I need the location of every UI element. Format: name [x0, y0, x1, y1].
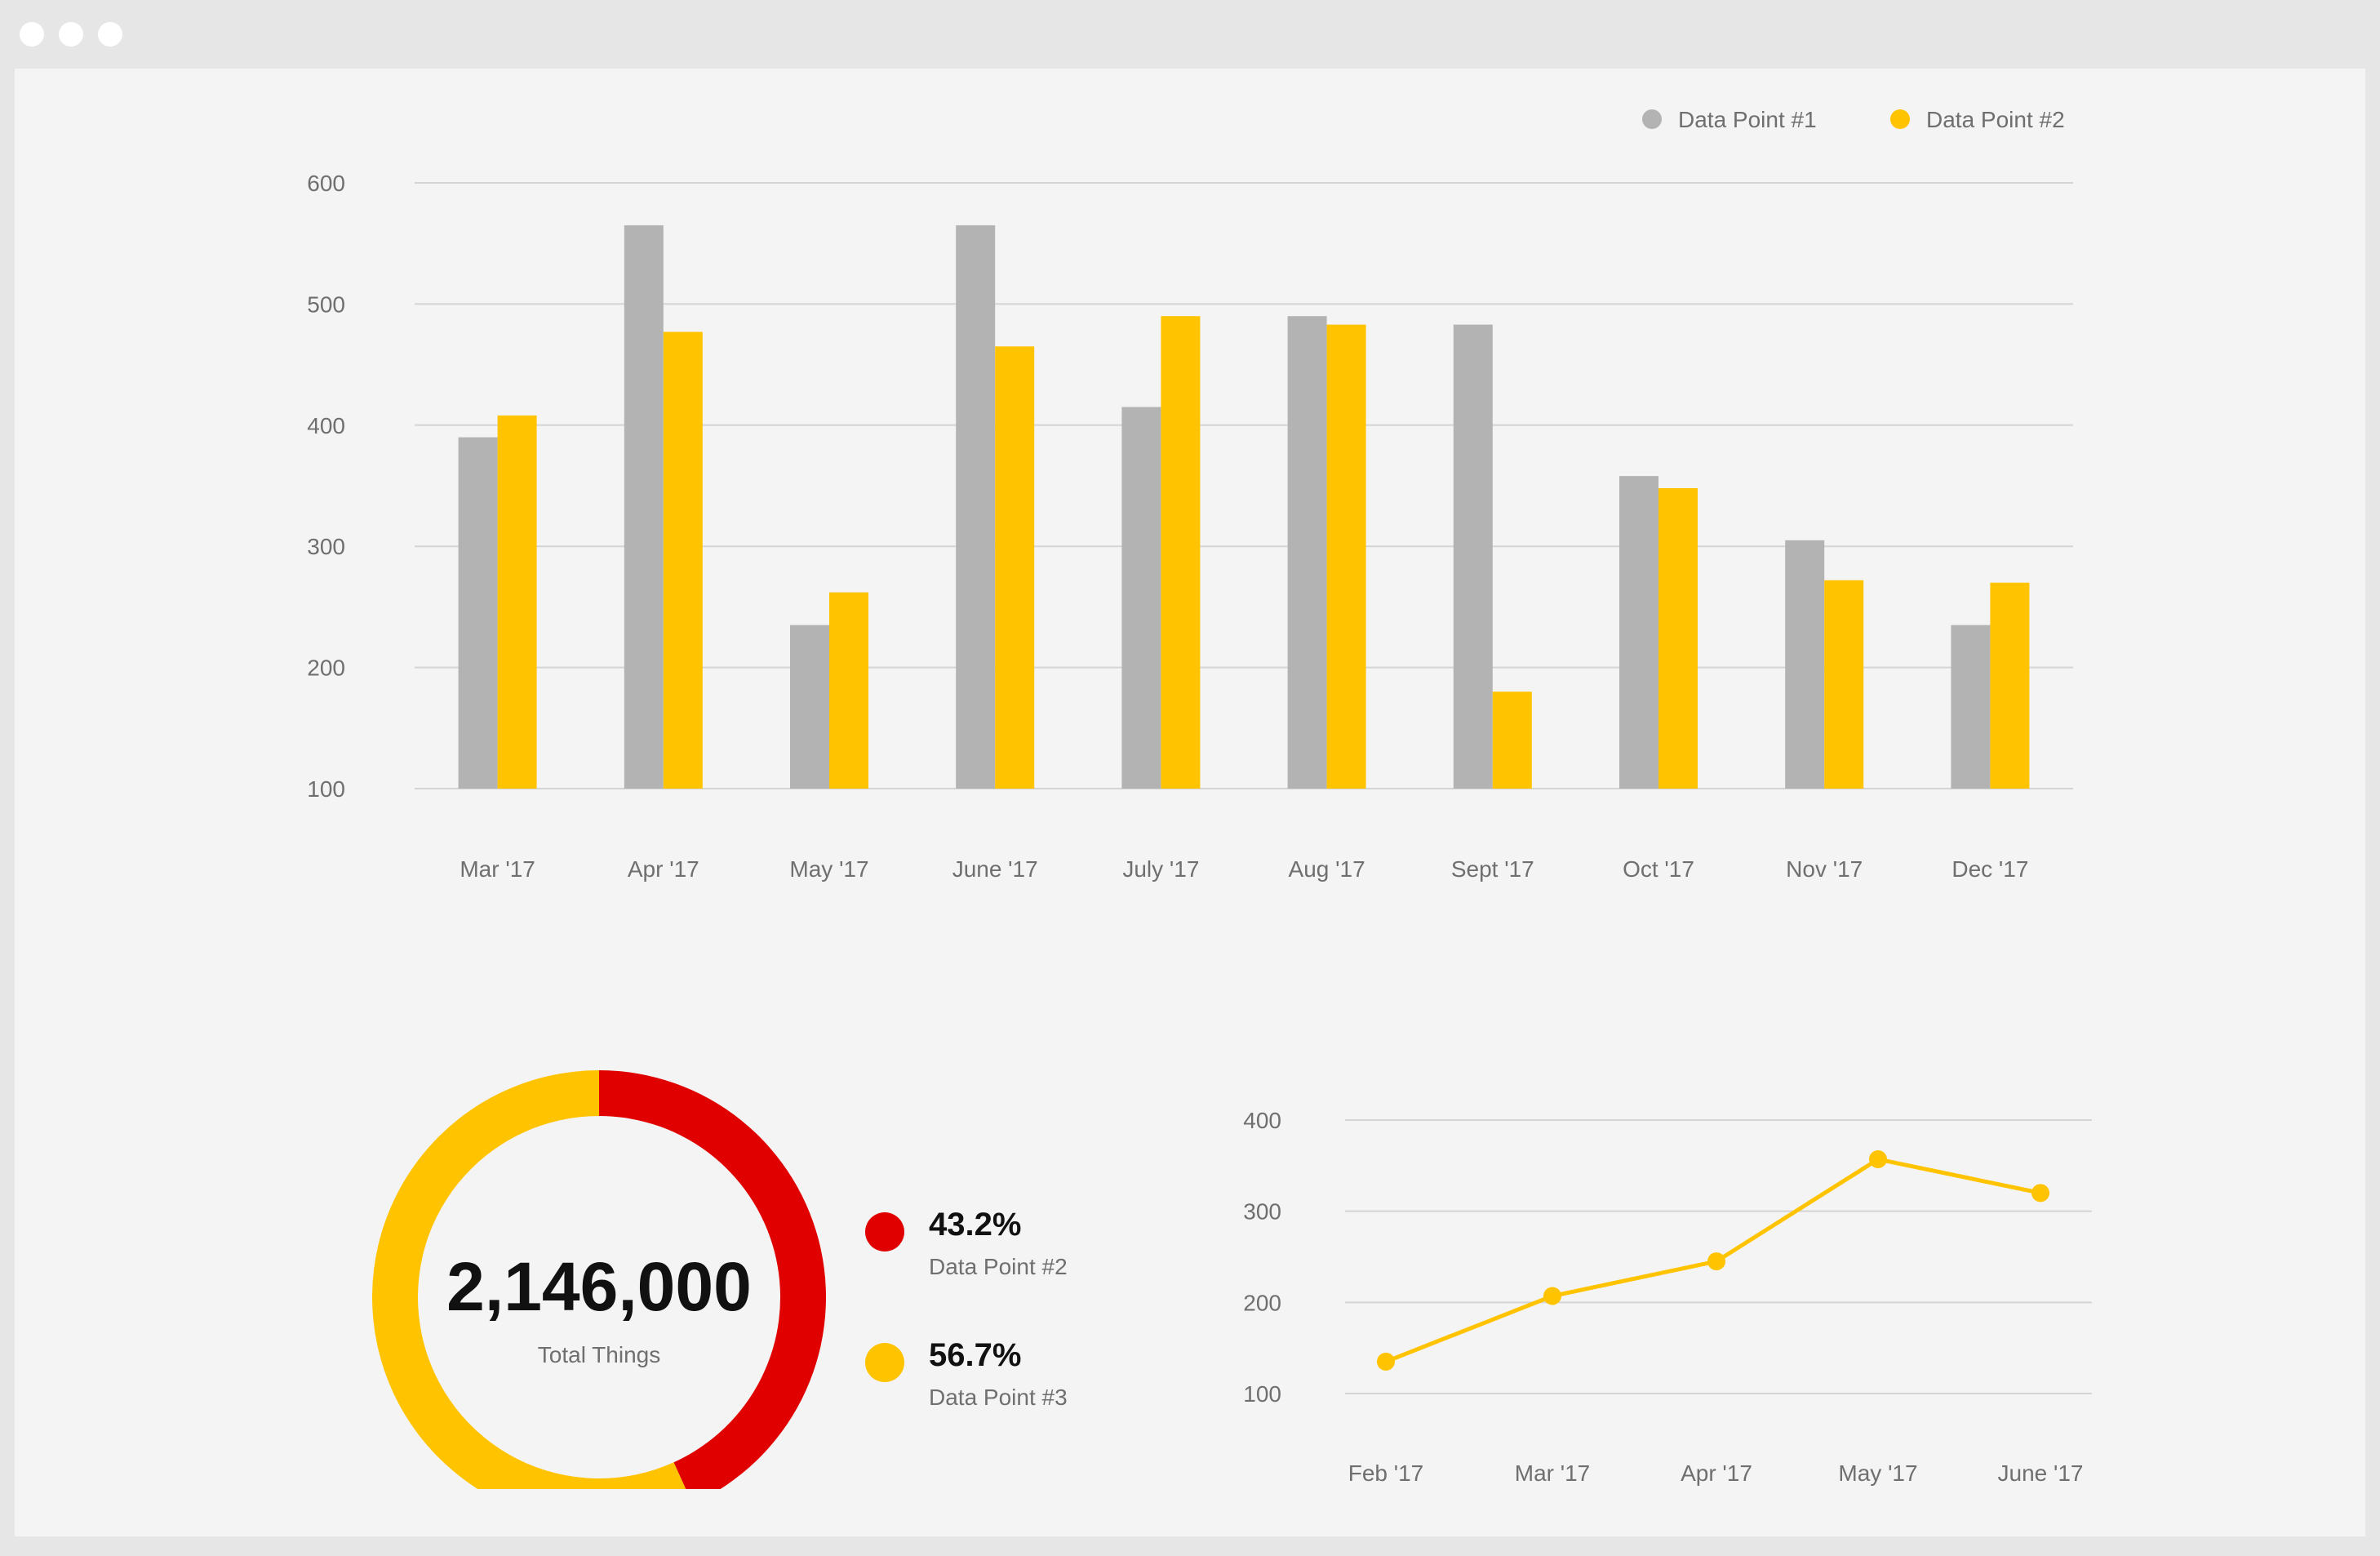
- bar-x-tick-label: June '17: [952, 856, 1038, 882]
- bar-1: [1951, 625, 1991, 789]
- donut-center-label: Total Things: [538, 1342, 660, 1367]
- bar-x-tick-label: July '17: [1122, 856, 1199, 882]
- bar-y-tick-label: 500: [307, 291, 345, 317]
- bar-1: [956, 225, 996, 789]
- line-point: [1707, 1252, 1725, 1271]
- bar-x-tick-label: Sept '17: [1451, 856, 1534, 882]
- bar-2: [1658, 487, 1698, 789]
- bar-2: [1161, 316, 1201, 789]
- line-x-tick-label: Apr '17: [1681, 1460, 1752, 1486]
- legend-marker-2: [1890, 109, 1910, 129]
- bar-2: [663, 331, 703, 789]
- line-x-tick-label: May '17: [1838, 1460, 1917, 1486]
- bar-2: [497, 415, 537, 789]
- donut-legend-marker-1: [865, 1212, 904, 1251]
- bar-2: [1990, 582, 2030, 789]
- bar-y-tick-label: 300: [307, 534, 345, 559]
- bar-2: [1326, 324, 1366, 789]
- legend-label-1: Data Point #1: [1678, 107, 1817, 132]
- bar-2: [995, 346, 1035, 789]
- bar-x-tick-label: Apr '17: [628, 856, 699, 882]
- bar-1: [1785, 540, 1825, 789]
- bar-x-tick-label: Oct '17: [1623, 856, 1694, 882]
- bar-x-tick-label: Mar '17: [460, 856, 535, 882]
- bar-y-tick-label: 100: [307, 776, 345, 802]
- donut-legend-marker-2: [865, 1343, 904, 1382]
- line-y-tick-label: 100: [1243, 1381, 1281, 1407]
- window-titlebar: [0, 0, 2380, 69]
- dashboard: 100 200 300 400 500 600 Mar '17 Apr '17 May '17 J…: [15, 69, 2365, 1536]
- donut-legend-name-2: Data Point #3: [929, 1385, 1068, 1410]
- bar-x-tick-label: Dec '17: [1952, 856, 2028, 882]
- window-close-dot[interactable]: [20, 22, 44, 47]
- bar-2: [829, 592, 868, 789]
- bar-y-tick-label: 600: [307, 171, 345, 196]
- line-point: [1869, 1150, 1887, 1169]
- bar-1: [1121, 407, 1161, 789]
- bar-chart: 100 200 300 400 500 600 Mar '17 Apr '17 May '17 J…: [307, 107, 2073, 882]
- bar-2: [1824, 580, 1864, 789]
- bar-1: [458, 437, 498, 789]
- bar-x-tick-label: Aug '17: [1289, 856, 1365, 882]
- bar-x-tick-label: Nov '17: [1786, 856, 1863, 882]
- bar-1: [1619, 476, 1658, 789]
- line-y-tick-label: 200: [1243, 1290, 1281, 1315]
- line-x-tick-label: Feb '17: [1348, 1460, 1424, 1486]
- donut-legend-name-1: Data Point #2: [929, 1254, 1068, 1279]
- window-maximize-dot[interactable]: [98, 22, 122, 47]
- line-chart: 100 200 300 400 Feb '17 Mar '17 Apr '17 May '17…: [1243, 1108, 2092, 1486]
- line-x-tick-label: June '17: [1998, 1460, 2084, 1486]
- donut-chart: 2,146,000 Total Things 43.2% Data Point #2 5…: [372, 1070, 1068, 1489]
- donut-legend-value-2: 56.7%: [929, 1337, 1021, 1373]
- bar-1: [1287, 316, 1327, 789]
- donut-center-value: 2,146,000: [446, 1248, 752, 1325]
- browser-window: 100 200 300 400 500 600 Mar '17 Apr '17 May '17 J…: [0, 0, 2380, 1556]
- bar-2: [1492, 691, 1532, 789]
- line-x-tick-label: Mar '17: [1515, 1460, 1591, 1486]
- bar-x-tick-label: May '17: [789, 856, 868, 882]
- window-minimize-dot[interactable]: [59, 22, 83, 47]
- bar-1: [624, 225, 664, 789]
- bar-1: [1453, 324, 1493, 789]
- line-y-tick-label: 300: [1243, 1199, 1281, 1225]
- line-y-tick-label: 400: [1243, 1108, 1281, 1133]
- bar-1: [790, 625, 829, 789]
- bar-y-tick-label: 400: [307, 413, 345, 438]
- legend-marker-1: [1642, 109, 1662, 129]
- line-point: [2031, 1184, 2049, 1203]
- legend-label-2: Data Point #2: [1926, 107, 2065, 132]
- line-point: [1377, 1352, 1395, 1371]
- bar-y-tick-label: 200: [307, 656, 345, 681]
- line-point: [1543, 1287, 1561, 1305]
- donut-legend-value-1: 43.2%: [929, 1207, 1021, 1243]
